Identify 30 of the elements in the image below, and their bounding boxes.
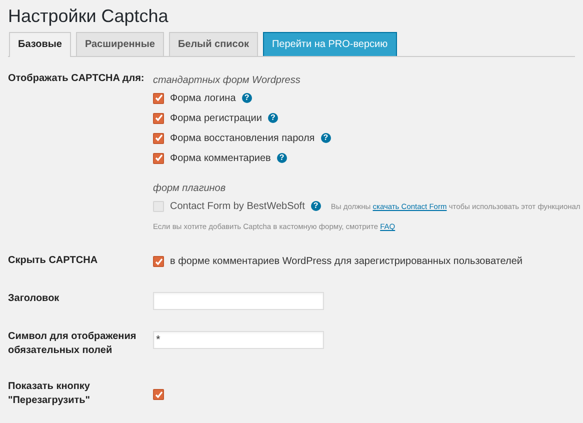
page-title: Настройки Captcha bbox=[8, 5, 168, 27]
checkbox[interactable] bbox=[153, 132, 164, 144]
option-label: Форма комментариев bbox=[170, 152, 271, 164]
text-field[interactable] bbox=[153, 292, 324, 310]
help-icon[interactable]: ? bbox=[242, 93, 252, 103]
upgrade-tab[interactable]: Перейти на PRO-версию bbox=[262, 32, 397, 56]
checkbox[interactable] bbox=[153, 389, 164, 400]
option-label: Форма восстановления пароля bbox=[170, 132, 315, 144]
option-label: Форма регистрации bbox=[170, 112, 262, 124]
setting-label: Показать кнопку "Перезагрузить" bbox=[8, 380, 92, 408]
checkbox[interactable] bbox=[153, 92, 164, 104]
option-label: Contact Form by BestWebSoft bbox=[170, 200, 305, 212]
help-icon[interactable]: ? bbox=[320, 133, 331, 143]
checkbox[interactable] bbox=[153, 256, 164, 267]
setting-label: Символ для отображения обязательных полей bbox=[8, 330, 138, 358]
tab[interactable]: Базовые bbox=[9, 32, 71, 57]
tab[interactable]: Белый список bbox=[168, 32, 258, 56]
tab[interactable]: Расширенные bbox=[76, 32, 164, 56]
help-icon[interactable]: ? bbox=[268, 113, 278, 123]
setting-label: Скрыть CAPTCHA bbox=[8, 254, 99, 268]
option-label: в форме комментариев WordPress для зарегистрированных пользователей bbox=[170, 256, 522, 267]
checkbox[interactable] bbox=[153, 152, 164, 164]
setting-label: Отображать CAPTCHA для: bbox=[8, 72, 146, 86]
setting-label: Заголовок bbox=[8, 292, 60, 306]
group-heading: стандартных форм Wordpress bbox=[153, 75, 300, 86]
help-icon[interactable]: ? bbox=[276, 153, 287, 163]
option-label: Форма логина bbox=[170, 92, 236, 104]
text-field[interactable]: * bbox=[153, 331, 324, 349]
checkbox[interactable] bbox=[153, 112, 164, 124]
group-heading: форм плагинов bbox=[153, 183, 226, 194]
